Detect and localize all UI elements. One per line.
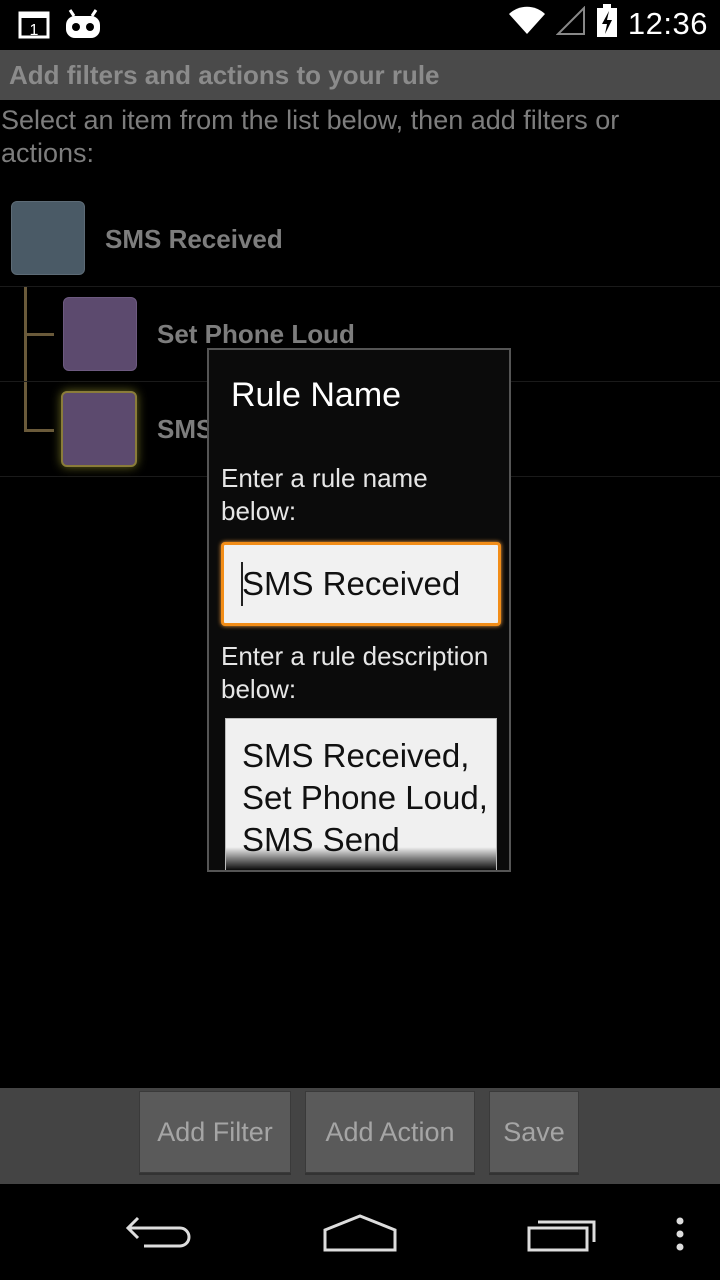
- calendar-notification-icon: 1: [18, 9, 50, 44]
- screen: 1 12:36 Add filters and actions to your …: [0, 0, 720, 1280]
- tree-item-trigger[interactable]: SMS Received: [0, 192, 720, 287]
- save-button[interactable]: Save: [489, 1091, 579, 1173]
- rule-description-input[interactable]: SMS Received, Set Phone Loud, SMS Send: [225, 718, 497, 870]
- tree-item-label: SMS Received: [105, 224, 283, 254]
- rule-description-value: SMS Received, Set Phone Loud, SMS Send: [242, 737, 488, 858]
- action-icon: [61, 391, 137, 467]
- overflow-menu-icon[interactable]: [674, 1216, 686, 1257]
- wifi-icon: [508, 6, 546, 41]
- signal-icon: [555, 5, 586, 41]
- add-action-button[interactable]: Add Action: [305, 1091, 475, 1173]
- action-icon: [63, 297, 137, 371]
- rule-description-label: Enter a rule description below:: [221, 641, 489, 704]
- back-icon[interactable]: [124, 1214, 196, 1255]
- rule-name-label: Enter a rule name below:: [221, 463, 428, 526]
- tree-item-label: Set Phone Loud: [157, 319, 355, 349]
- clock: 12:36: [627, 5, 708, 41]
- recents-icon[interactable]: [526, 1214, 598, 1259]
- button-bar: Add Filter Add Action Save: [0, 1088, 720, 1184]
- rule-name-dialog: Rule Name Enter a rule name below: SMS R…: [207, 348, 511, 872]
- trigger-icon: [11, 201, 85, 275]
- battery-charging-icon: [596, 4, 618, 43]
- rule-name-input[interactable]: SMS Received: [221, 542, 501, 626]
- android-robot-icon: [64, 8, 102, 45]
- title-bar: Add filters and actions to your rule: [0, 50, 720, 100]
- svg-text:1: 1: [30, 22, 39, 39]
- scroll-fade: [226, 847, 496, 870]
- status-bar: 1 12:36: [0, 0, 720, 50]
- home-icon[interactable]: [322, 1212, 398, 1259]
- instructions-text: Select an item from the list below, then…: [1, 105, 620, 168]
- dialog-title: Rule Name: [231, 376, 402, 414]
- navigation-bar: [0, 1184, 720, 1280]
- page-title: Add filters and actions to your rule: [9, 60, 440, 90]
- rule-name-value: SMS Received: [242, 565, 461, 602]
- add-filter-button[interactable]: Add Filter: [139, 1091, 291, 1173]
